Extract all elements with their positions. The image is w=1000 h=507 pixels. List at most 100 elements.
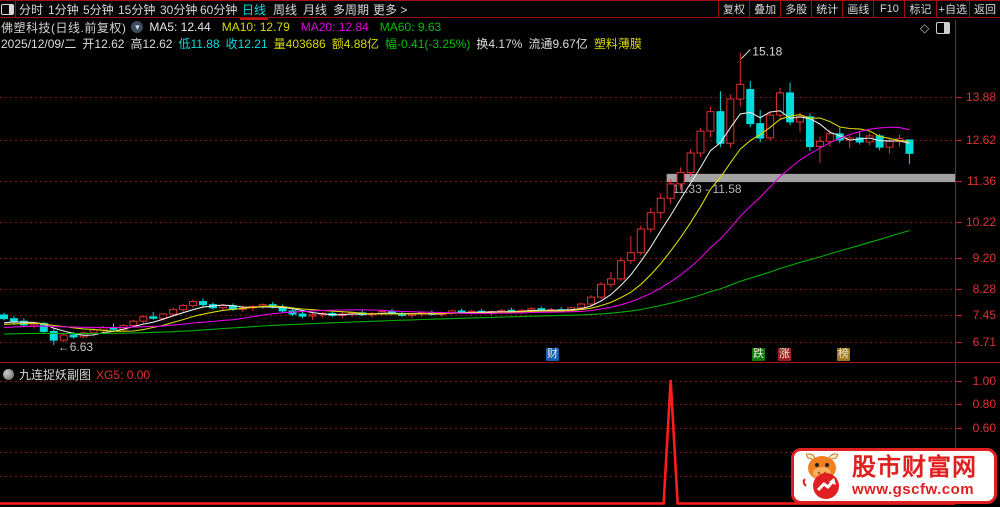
- candle-body: [776, 92, 785, 116]
- low-price-label: ←6.63: [58, 340, 94, 354]
- indicator-axis-label: 0.80: [973, 397, 997, 411]
- sub-indicator-label: 九连捉妖副图 XG5: 0.00: [3, 366, 150, 383]
- menu-item-tool-3[interactable]: 统计: [811, 1, 842, 17]
- candle-body: [308, 314, 317, 317]
- menu-item-period-0[interactable]: 分时: [19, 3, 43, 17]
- ma-value-1: MA10: 12.79: [221, 20, 290, 34]
- event-badge-1[interactable]: 跌: [752, 348, 765, 361]
- menu-item-tool-5[interactable]: F10: [873, 1, 904, 17]
- candle-body: [686, 152, 695, 174]
- candle-body: [159, 313, 168, 319]
- price-axis-label: 6.71: [973, 335, 997, 349]
- menu-item-period-2[interactable]: 5分钟: [83, 3, 114, 17]
- candle-body: [706, 111, 715, 132]
- price-axis-label: 10.22: [966, 215, 996, 229]
- candle-body: [666, 183, 675, 199]
- window-layout-button[interactable]: [0, 1, 16, 17]
- ma-values: MA5: 12.44 MA10: 12.79 MA20: 12.84 MA60: 9.…: [149, 20, 452, 34]
- menu-item-tool-6[interactable]: 标记: [904, 1, 935, 17]
- candle-body: [736, 83, 745, 100]
- candle-body: [139, 316, 148, 322]
- menu-item-period-6[interactable]: 日线: [239, 3, 269, 20]
- menu-item-tool-8[interactable]: 返回: [968, 1, 1000, 17]
- candle-body: [199, 301, 207, 306]
- chevron-down-icon[interactable]: ▾: [131, 21, 144, 33]
- watermark-bull-icon: [802, 453, 839, 499]
- split-window-icon[interactable]: [936, 22, 951, 34]
- event-badge-0[interactable]: 财: [546, 348, 559, 361]
- menu-item-period-3[interactable]: 15分钟: [118, 3, 155, 17]
- price-axis-label: 9.20: [973, 251, 997, 265]
- watermark: 股市财富网 www.gscfw.com: [791, 448, 997, 504]
- menu-item-period-9[interactable]: 多周期: [333, 3, 369, 17]
- trading-app-window: 11.33 - 11.58 15.18 ←6.63 13.88 12.62 11.36 10…: [0, 0, 1000, 507]
- candle-body: [636, 228, 645, 254]
- ma-value-0: MA5: 12.44: [149, 20, 211, 34]
- candle-body: [626, 252, 635, 262]
- menu-item-period-1[interactable]: 1分钟: [48, 3, 79, 17]
- candle-body: [179, 305, 188, 311]
- candle-body: [905, 139, 914, 154]
- indicator-axis-label: 1.00: [973, 374, 997, 388]
- indicator-value: XG5: 0.00: [96, 367, 151, 382]
- candle-body: [89, 329, 98, 334]
- menu-item-period-8[interactable]: 月线: [303, 3, 327, 17]
- candle-body: [149, 316, 158, 319]
- event-badge-2[interactable]: 涨: [778, 348, 791, 361]
- quote-segment-6: 额4.88亿: [331, 36, 380, 51]
- candle-body: [129, 320, 138, 327]
- high-flag-line: [740, 49, 751, 59]
- candle-body: [0, 314, 8, 320]
- ma-line-5: [3, 110, 910, 336]
- candle-body: [218, 305, 227, 309]
- price-axis-label: 8.28: [973, 282, 997, 296]
- price-axis-label: 7.45: [973, 308, 997, 322]
- quote-row: 2025/12/09/二 开12.62 高12.62 低11.88 收12.21 量403…: [1, 36, 648, 51]
- candle-body: [606, 278, 615, 285]
- chart-corner-icons: ◇: [920, 22, 951, 34]
- main-chart-svg[interactable]: 11.33 - 11.5815.18←6.6313.8812.6211.3610…: [0, 0, 1000, 507]
- candle-body: [577, 303, 586, 309]
- candle-body: [597, 283, 605, 298]
- quote-segment-7: 幅-0.41(-3.25%): [385, 36, 471, 51]
- candle-body: [815, 140, 824, 148]
- menu-item-period-4[interactable]: 30分钟: [160, 3, 197, 17]
- stock-name: 佛塑科技(日线.前复权): [1, 20, 127, 35]
- menu-item-period-7[interactable]: 周线: [273, 3, 297, 17]
- candle-body: [9, 318, 18, 322]
- indicator-collapse-icon[interactable]: [3, 369, 14, 380]
- candle-body: [696, 130, 705, 154]
- indicator-name[interactable]: 九连捉妖副图: [19, 366, 91, 383]
- indicator-axis-label: 0.60: [973, 421, 997, 435]
- menu-item-period-10[interactable]: 更多 >: [373, 3, 407, 17]
- quote-segment-4: 收12.21: [225, 36, 268, 51]
- menu-bar: 分时 1分钟 5分钟 15分钟 30分钟 60分钟 日线 周线 月线 多周期 更多 > 复权 叠加 多股…: [0, 0, 1000, 20]
- quote-segment-10: 塑料薄膜: [593, 36, 642, 51]
- quote-segment-8: 换4.17%: [476, 36, 523, 51]
- quote-segment-9: 流通9.67亿: [528, 36, 588, 51]
- menu-item-tool-7[interactable]: +自选: [935, 1, 969, 17]
- menu-item-period-5[interactable]: 60分钟: [200, 3, 237, 17]
- candle-body: [676, 172, 685, 185]
- price-axis-label: 13.88: [966, 90, 996, 104]
- stock-info-row: 佛塑科技(日线.前复权) ▾ MA5: 12.44 MA10: 12.79 MA20…: [1, 20, 452, 35]
- candle-body: [805, 116, 814, 148]
- candle-body: [298, 313, 307, 317]
- diamond-icon[interactable]: ◇: [920, 22, 929, 34]
- menu-item-tool-4[interactable]: 画线: [842, 1, 873, 17]
- quote-segment-1: 开12.62: [82, 36, 125, 51]
- menu-item-tool-0[interactable]: 复权: [718, 1, 749, 17]
- window-layout-icon: [1, 3, 14, 15]
- menu-item-tool-1[interactable]: 叠加: [749, 1, 780, 17]
- quote-segment-5: 量403686: [273, 36, 326, 51]
- candle-body: [885, 140, 894, 148]
- menu-item-tool-2[interactable]: 多股: [780, 1, 811, 17]
- quote-segment-3: 低11.88: [178, 36, 220, 51]
- candle-body: [746, 88, 755, 125]
- candle-body: [189, 301, 198, 307]
- event-badge-3[interactable]: 榜: [837, 348, 850, 361]
- tools-menu: 复权 叠加 多股 统计 画线 F10 标记 +自选 返回: [718, 1, 1000, 17]
- candle-body: [49, 330, 58, 341]
- high-flag-label: 15.18: [752, 45, 782, 59]
- candle-body: [656, 197, 665, 214]
